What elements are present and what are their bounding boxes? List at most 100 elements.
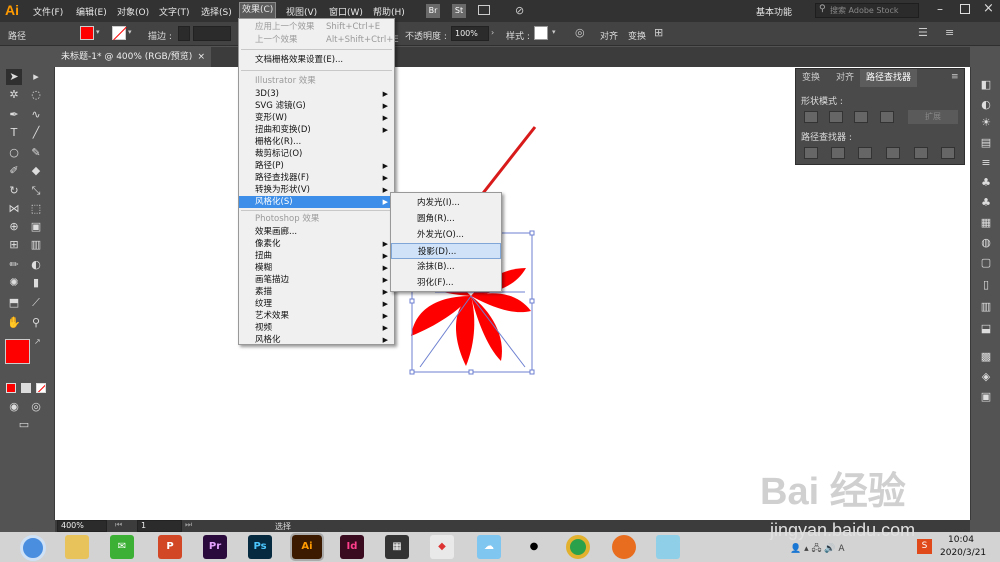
tab-transform[interactable]: 变换 — [796, 69, 826, 87]
video-editor-icon[interactable]: ▦ — [385, 535, 409, 559]
libraries-icon[interactable]: ▣ — [978, 389, 994, 405]
color-mode-icon[interactable] — [6, 383, 16, 393]
scale-icon[interactable]: ⤡ — [28, 183, 44, 199]
minus-front-icon[interactable] — [829, 111, 843, 123]
menu-item-raster-settings[interactable]: 文档栅格效果设置(E)... — [239, 54, 394, 66]
trim-icon[interactable] — [831, 147, 845, 159]
powerpoint-icon[interactable]: P — [158, 535, 182, 559]
perspective-icon[interactable]: ⊞ — [6, 237, 22, 253]
minus-back-icon[interactable] — [941, 147, 955, 159]
stock-search-input[interactable]: 搜索 Adobe Stock — [815, 3, 919, 18]
divide-icon[interactable] — [804, 147, 818, 159]
align-label[interactable]: 对齐 — [600, 29, 618, 42]
symbol-sprayer-icon[interactable]: ✺ — [6, 275, 22, 291]
style-dropdown-icon[interactable]: ▾ — [552, 28, 556, 36]
stroke-panel-icon[interactable]: ≡ — [978, 155, 994, 171]
menu-item-effect-gallery[interactable]: 效果画廊... — [239, 226, 394, 238]
recolor-icon[interactable]: ◎ — [575, 26, 585, 39]
menu-item-crop-marks[interactable]: 裁剪标记(O) — [239, 148, 394, 160]
menu-view[interactable]: 视图(V) — [286, 5, 317, 18]
fill-swatch[interactable] — [80, 26, 94, 40]
transparency-icon[interactable]: ▤ — [978, 135, 994, 151]
color-guide-icon[interactable]: ◐ — [978, 97, 994, 113]
symbols-icon[interactable]: ♣ — [978, 175, 994, 191]
zoom-icon[interactable]: ⚲ — [28, 315, 44, 331]
minimize-icon[interactable]: – — [937, 2, 943, 16]
opacity-arrow-icon[interactable]: › — [491, 28, 494, 37]
draw-inside-icon[interactable]: ◎ — [28, 399, 44, 415]
shape-builder-icon[interactable]: ⊕ — [6, 219, 22, 235]
stock-button[interactable]: St — [452, 4, 466, 18]
brushes-icon[interactable]: ♣ — [978, 195, 994, 211]
expand-button[interactable]: 扩展 — [908, 110, 958, 124]
eraser-icon[interactable]: ◆ — [28, 163, 44, 179]
menu-edit[interactable]: 编辑(E) — [76, 5, 107, 18]
tray-icons[interactable]: 👤 ▴ 🖧 🔊 A — [790, 541, 845, 557]
menu-item-warp[interactable]: 变形(W) ▶ — [239, 112, 394, 124]
menu-effect[interactable]: 效果(C) — [238, 2, 277, 19]
draw-mode-icon[interactable]: ◉ — [6, 399, 22, 415]
notes-icon[interactable] — [656, 535, 680, 559]
photoshop-icon[interactable]: Ps — [248, 535, 272, 559]
layout-icon[interactable]: ☰ — [918, 26, 928, 39]
indesign-icon[interactable]: Id — [340, 535, 364, 559]
menu-item-rasterize[interactable]: 栅格化(R)... — [239, 136, 394, 148]
maximize-icon[interactable] — [960, 4, 970, 14]
submenu-round-corners[interactable]: 圆角(R)... — [391, 211, 501, 227]
menu-item-sketch[interactable]: 素描 ▶ — [239, 286, 394, 298]
browser-icon[interactable] — [612, 535, 636, 559]
menu-item-3d[interactable]: 3D(3) ▶ — [239, 88, 394, 100]
isolate-icon[interactable]: ⊞ — [654, 26, 663, 39]
none-mode-icon[interactable] — [36, 383, 46, 393]
free-transform-icon[interactable]: ⬚ — [28, 201, 44, 217]
menu-item-blur[interactable]: 模糊 ▶ — [239, 262, 394, 274]
tab-pathfinder[interactable]: 路径查找器 — [860, 69, 918, 87]
submenu-drop-shadow[interactable]: 投影(D)... — [391, 243, 501, 259]
pen-icon[interactable]: ✒ — [6, 107, 22, 123]
qq-icon[interactable]: ● — [522, 535, 546, 559]
transform-label[interactable]: 变换 — [628, 29, 646, 42]
menu-file[interactable]: 文件(F) — [33, 5, 63, 18]
slice-icon[interactable]: ⟋ — [28, 295, 44, 311]
menu-item-distort[interactable]: 扭曲 ▶ — [239, 250, 394, 262]
cloud-app-icon[interactable]: ☁ — [477, 535, 501, 559]
menu-item-convert-to-shape[interactable]: 转换为形状(V) ▶ — [239, 184, 394, 196]
line-icon[interactable]: ╱ — [28, 125, 44, 141]
menu-item-brush-strokes[interactable]: 画笔描边 ▶ — [239, 274, 394, 286]
artboard-icon[interactable]: ⬒ — [6, 295, 22, 311]
stroke-swatch[interactable] — [112, 26, 127, 41]
tab-align[interactable]: 对齐 — [830, 69, 860, 87]
document-tab[interactable]: 未标题-1* @ 400% (RGB/预览) × — [55, 47, 211, 67]
stroke-stepper[interactable] — [178, 26, 190, 41]
lasso-icon[interactable]: ◌ — [28, 87, 44, 103]
menu-item-pathfinder[interactable]: 路径查找器(F) ▶ — [239, 172, 394, 184]
menu-item-path[interactable]: 路径(P) ▶ — [239, 160, 394, 172]
appearance-icon[interactable]: ☀ — [978, 115, 994, 131]
swatches-icon[interactable]: ▦ — [978, 215, 994, 231]
start-icon[interactable] — [20, 535, 46, 561]
menu-item-artistic[interactable]: 艺术效果 ▶ — [239, 310, 394, 322]
gradient-panel-icon[interactable]: ▢ — [978, 255, 994, 271]
stroke-dropdown-icon[interactable]: ▾ — [128, 28, 132, 36]
selection-tool-icon[interactable]: ➤ — [6, 69, 22, 85]
swap-colors-icon[interactable]: ↗ — [34, 337, 41, 346]
width-icon[interactable]: ⋈ — [6, 201, 22, 217]
direct-selection-icon[interactable]: ▸ — [28, 69, 44, 85]
exclude-icon[interactable] — [880, 111, 894, 123]
next-artboard-icon[interactable]: ⏭ — [185, 520, 192, 530]
graphic-styles-icon[interactable]: ◍ — [978, 235, 994, 251]
menu-object[interactable]: 对象(O) — [117, 5, 149, 18]
menu-item-stylize-ps[interactable]: 风格化 ▶ — [239, 334, 394, 346]
hand-icon[interactable]: ✋ — [6, 315, 22, 331]
outline-icon[interactable] — [914, 147, 928, 159]
menu-type[interactable]: 文字(T) — [159, 5, 190, 18]
shaper-icon[interactable]: ✐ — [6, 163, 22, 179]
live-paint-icon[interactable]: ▣ — [28, 219, 44, 235]
submenu-outer-glow[interactable]: 外发光(O)... — [391, 227, 501, 243]
workspace-switcher[interactable]: 基本功能 — [756, 5, 792, 18]
menu-item-pixelate[interactable]: 像素化 ▶ — [239, 238, 394, 250]
blend-icon[interactable]: ◐ — [28, 257, 44, 273]
wechat-icon[interactable]: ✉ — [110, 535, 134, 559]
panel-options-icon[interactable]: ≡ — [945, 26, 954, 39]
zoom-input[interactable]: 400% — [57, 520, 107, 532]
